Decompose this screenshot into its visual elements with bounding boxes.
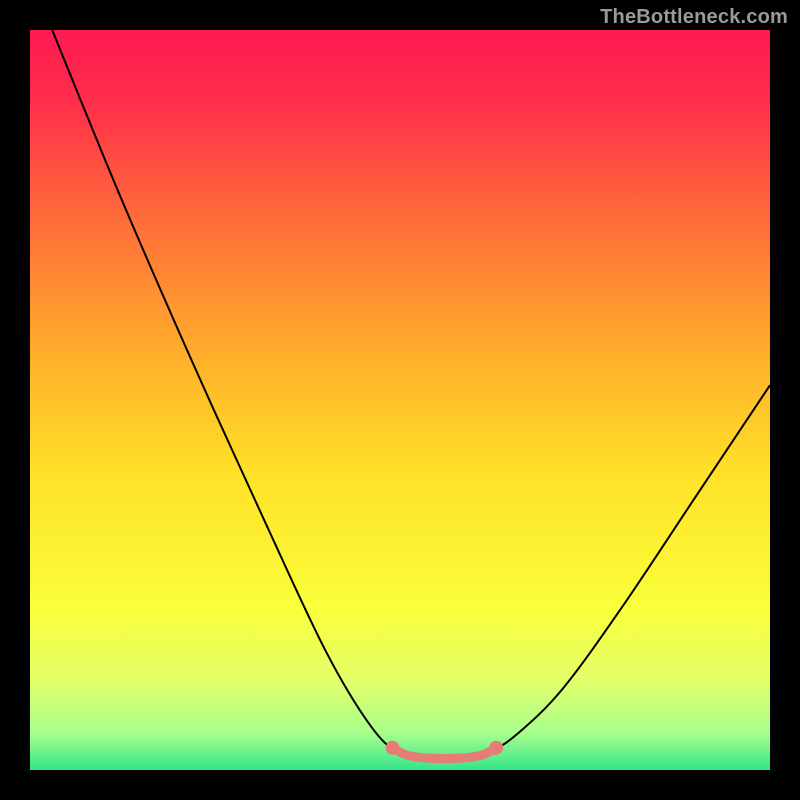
plot-area <box>30 30 770 770</box>
gradient-background <box>30 30 770 770</box>
chart-frame: TheBottleneck.com <box>0 0 800 800</box>
recommended-range-start-dot <box>386 741 400 755</box>
watermark-text: TheBottleneck.com <box>600 6 788 29</box>
recommended-range-end-dot <box>489 741 503 755</box>
bottleneck-curve-chart <box>30 30 770 770</box>
